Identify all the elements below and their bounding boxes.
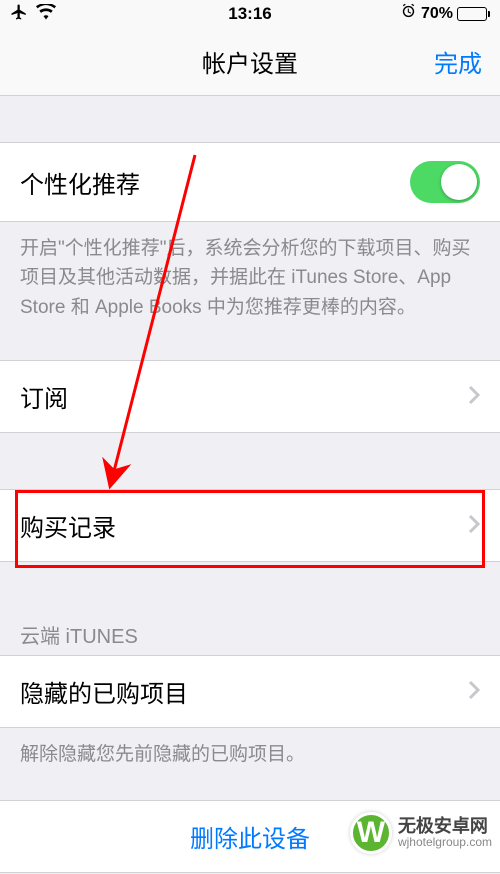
personalized-recs-toggle[interactable] [410, 161, 480, 203]
purchase-history-row[interactable]: 购买记录 [0, 489, 500, 562]
nav-bar: 帐户设置 完成 [0, 28, 500, 96]
delete-device-label: 删除此设备 [190, 819, 310, 854]
hidden-purchases-row[interactable]: 隐藏的已购项目 [0, 655, 500, 728]
watermark-cn: 无极安卓网 [398, 817, 488, 837]
purchase-history-label: 购买记录 [20, 508, 468, 543]
wifi-icon [36, 4, 56, 25]
status-bar: 13:16 70% [0, 0, 500, 28]
watermark-url: wjhotelgroup.com [398, 836, 492, 849]
personalized-recs-label: 个性化推荐 [20, 165, 410, 200]
subscription-row[interactable]: 订阅 [0, 360, 500, 433]
status-time: 13:16 [228, 4, 271, 24]
watermark-logo-icon: W [350, 812, 392, 854]
battery-icon [457, 7, 490, 21]
chevron-right-icon [468, 381, 480, 412]
status-right: 70% [400, 3, 490, 25]
done-button[interactable]: 完成 [434, 44, 482, 79]
hidden-purchases-desc: 解除隐藏您先前隐藏的已购项目。 [0, 728, 500, 777]
hidden-purchases-label: 隐藏的已购项目 [20, 674, 468, 709]
subscription-label: 订阅 [20, 379, 468, 414]
battery-percent: 70% [421, 5, 453, 23]
alarm-icon [400, 3, 417, 25]
watermark: W 无极安卓网 wjhotelgroup.com [350, 812, 492, 854]
chevron-right-icon [468, 676, 480, 707]
chevron-right-icon [468, 510, 480, 541]
airplane-icon [10, 3, 28, 26]
status-left [10, 3, 56, 26]
personalized-recs-row: 个性化推荐 [0, 142, 500, 222]
personalized-recs-desc: 开启"个性化推荐"后，系统会分析您的下载项目、购买项目及其他活动数据，并据此在 … [0, 222, 500, 330]
page-title: 帐户设置 [202, 44, 298, 79]
cloud-itunes-header: 云端 iTUNES [0, 612, 500, 655]
